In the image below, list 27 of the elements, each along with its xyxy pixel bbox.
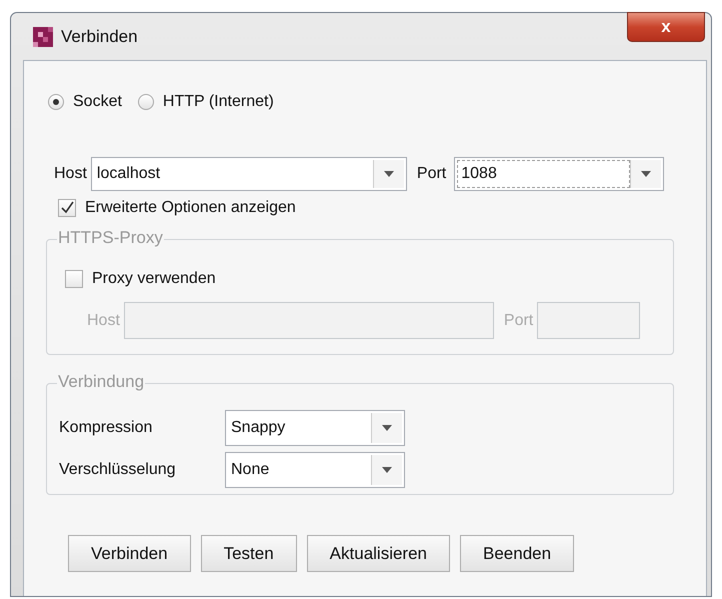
dropdown-arrow-icon <box>384 171 394 177</box>
dialog-button[interactable]: Aktualisieren <box>306 535 450 572</box>
port-label: Port <box>416 165 446 183</box>
group-title: HTTPS-Proxy <box>57 228 164 248</box>
host-combo[interactable]: localhost <box>90 157 407 191</box>
checkmark-icon <box>60 201 74 215</box>
radio-option[interactable]: HTTP (Internet) <box>138 93 274 111</box>
window-title: Verbinden <box>61 26 138 46</box>
dropdown[interactable]: None <box>225 452 405 488</box>
dropdown[interactable]: Snappy <box>225 410 405 446</box>
dropdown-arrow-icon <box>382 425 392 431</box>
close-button[interactable]: x <box>627 12 705 42</box>
dialog-button[interactable]: Testen <box>200 535 297 572</box>
checkbox-option[interactable]: Erweiterte Optionen anzeigen <box>58 199 686 217</box>
port-combo[interactable]: 1088 <box>454 157 664 191</box>
host-label: Host <box>54 165 87 183</box>
app-icon <box>33 26 53 46</box>
dialog-button[interactable]: Verbinden <box>68 535 191 572</box>
field-label: Verschlüsselung <box>59 461 177 479</box>
group-title: Verbindung <box>57 372 146 392</box>
dropdown-arrow-icon <box>382 467 392 473</box>
radio-option[interactable]: Socket <box>48 93 122 111</box>
field-label: Kompression <box>59 419 154 437</box>
dropdown-arrow-icon <box>641 171 652 177</box>
dialog-button[interactable]: Beenden <box>460 535 574 572</box>
host-label: Host <box>87 312 120 330</box>
port-label: Port <box>504 312 534 330</box>
